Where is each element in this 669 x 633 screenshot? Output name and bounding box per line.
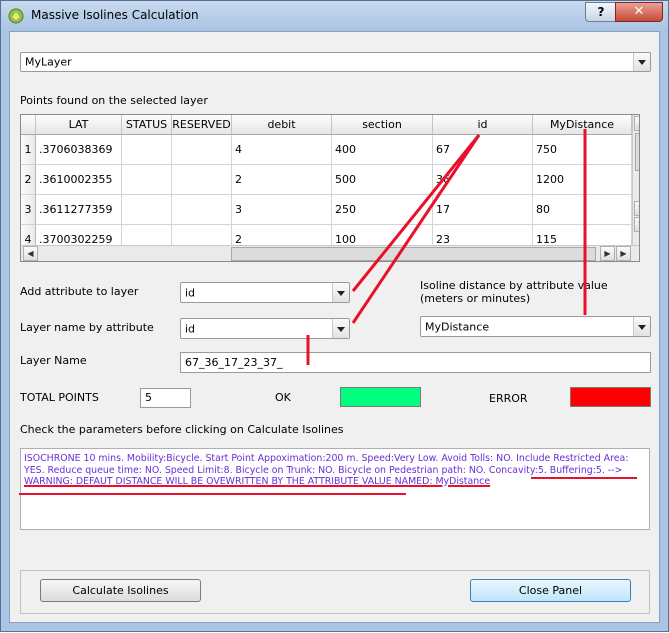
annotation-arrow [351, 134, 481, 324]
annotation-overlay [19, 129, 637, 495]
dialog-window: Massive Isolines Calculation ? ✕ MyLayer… [0, 0, 669, 632]
annotation-arrow [351, 134, 481, 292]
